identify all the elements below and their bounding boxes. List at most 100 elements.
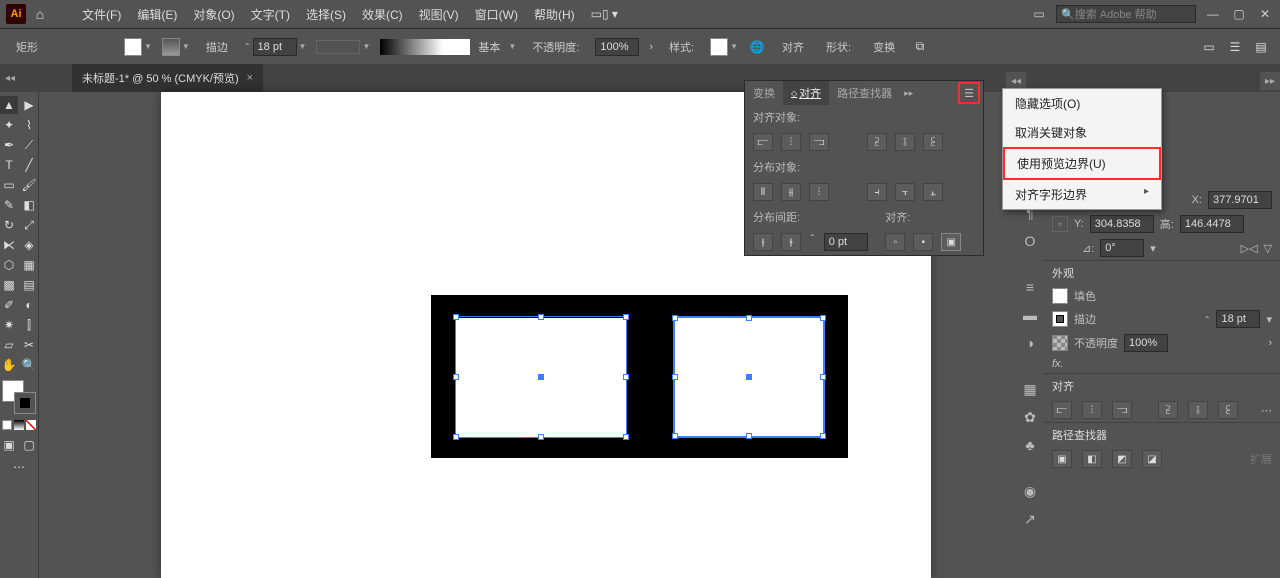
width-tool[interactable]: ⧔ bbox=[0, 236, 18, 254]
menu-help[interactable]: 帮助(H) bbox=[528, 6, 581, 23]
var-width[interactable]: ▼ bbox=[316, 40, 370, 54]
menu-cancel-key-obj[interactable]: 取消关键对象 bbox=[1003, 118, 1161, 147]
perspective-tool[interactable]: ▦ bbox=[20, 256, 38, 274]
selection-tool[interactable]: ▲ bbox=[0, 96, 18, 114]
stroke-swatch-panel[interactable] bbox=[1052, 311, 1068, 327]
type-tool[interactable]: T bbox=[0, 156, 18, 174]
panel-expand-right[interactable]: ▸▸ bbox=[1260, 72, 1280, 90]
pen-tool[interactable]: ✒ bbox=[0, 136, 18, 154]
dist-right[interactable]: ⫠ bbox=[923, 183, 943, 201]
symbols-panel-icon[interactable]: ♣ bbox=[1025, 436, 1034, 454]
transparency-panel-icon[interactable]: ◑ bbox=[1026, 334, 1034, 352]
screen-mode[interactable]: ▣ bbox=[0, 436, 18, 454]
align-bot[interactable]: ⫕ bbox=[923, 133, 943, 151]
menu-type[interactable]: 文字(T) bbox=[245, 6, 296, 23]
ref-point-icon[interactable]: ▫ bbox=[1052, 216, 1068, 232]
direct-select-tool[interactable]: ▶ bbox=[20, 96, 38, 114]
window-maximize[interactable]: ▢ bbox=[1230, 7, 1248, 21]
rotate-tool[interactable]: ↻ bbox=[0, 216, 18, 234]
menu-object[interactable]: 对象(O) bbox=[187, 6, 240, 23]
menu-use-preview-bounds[interactable]: 使用预览边界(U) bbox=[1003, 147, 1161, 180]
more-1[interactable]: › bbox=[649, 41, 653, 53]
x-field[interactable]: 377.9701 bbox=[1208, 191, 1272, 209]
window-minimize[interactable]: — bbox=[1204, 7, 1222, 21]
pf-minus[interactable]: ◧ bbox=[1082, 450, 1102, 468]
color-mode-swatches[interactable] bbox=[2, 420, 36, 430]
align-more-icon[interactable]: ⋯ bbox=[1261, 404, 1272, 417]
home-icon[interactable]: ⌂ bbox=[30, 4, 50, 24]
brush-tool[interactable]: 🖌 bbox=[20, 176, 38, 194]
selection-1[interactable] bbox=[455, 316, 627, 438]
dist-top[interactable]: ⫴ bbox=[753, 183, 773, 201]
opacity-val-panel[interactable]: 100% bbox=[1124, 334, 1168, 352]
edit-toolbar[interactable]: ⋯ bbox=[10, 458, 28, 476]
mesh-tool[interactable]: ▩ bbox=[0, 276, 18, 294]
doc-mode-icon[interactable]: ▭ bbox=[1030, 7, 1048, 21]
style-label[interactable]: 样式: bbox=[663, 39, 700, 55]
artboard-tool[interactable]: ▱ bbox=[0, 336, 18, 354]
expand-button[interactable]: 扩展 bbox=[1250, 451, 1272, 467]
ctrl-icon-3[interactable]: ▤ bbox=[1252, 38, 1270, 56]
panel-more-arrow[interactable]: ▸▸ bbox=[904, 88, 913, 99]
ctrl-icon-1[interactable]: ▭ bbox=[1200, 38, 1218, 56]
fx-link[interactable]: fx. bbox=[1052, 358, 1064, 370]
alignto-artboard[interactable]: ▣ bbox=[941, 233, 961, 251]
menu-align-glyph-bounds[interactable]: 对齐字形边界 bbox=[1003, 180, 1161, 209]
pf-unite[interactable]: ▣ bbox=[1052, 450, 1072, 468]
alignto-key[interactable]: ▪ bbox=[913, 233, 933, 251]
menu-edit[interactable]: 编辑(E) bbox=[131, 6, 183, 23]
dist-gap-v[interactable]: ⫲ bbox=[753, 233, 773, 251]
panel-flyout-menu-icon[interactable]: ☰ bbox=[958, 82, 980, 104]
fill-swatch-panel[interactable] bbox=[1052, 288, 1068, 304]
menu-view[interactable]: 视图(V) bbox=[413, 6, 465, 23]
selection-2[interactable] bbox=[673, 316, 825, 438]
menu-select[interactable]: 选择(S) bbox=[300, 6, 352, 23]
eyedropper-tool[interactable]: ✐ bbox=[0, 296, 18, 314]
document-tab[interactable]: 未标题-1* @ 50 % (CMYK/预览) × bbox=[72, 64, 263, 92]
transform-link[interactable]: 变换 bbox=[867, 39, 901, 55]
h-field[interactable]: 146.4478 bbox=[1180, 215, 1244, 233]
scale-tool[interactable]: ⤢ bbox=[20, 216, 38, 234]
shape-builder[interactable]: ⬡ bbox=[0, 256, 18, 274]
opacity-field[interactable]: 100% bbox=[595, 38, 639, 56]
y-field[interactable]: 304.8358 bbox=[1090, 215, 1154, 233]
dist-left[interactable]: ⫞ bbox=[867, 183, 887, 201]
stroke-swatch[interactable]: ▼ bbox=[162, 38, 190, 56]
gap-field[interactable]: 0 pt bbox=[824, 233, 868, 251]
menu-file[interactable]: 文件(F) bbox=[76, 6, 127, 23]
angle-field[interactable]: 0° bbox=[1100, 239, 1144, 257]
align-left-p[interactable]: ⫍ bbox=[1052, 401, 1072, 419]
alignto-sel[interactable]: ▫ bbox=[885, 233, 905, 251]
ctrl-icon-2[interactable]: ☰ bbox=[1226, 38, 1244, 56]
search-input[interactable]: 🔍 搜索 Adobe 帮助 bbox=[1056, 5, 1196, 23]
align-hcent[interactable]: ⫶ bbox=[781, 133, 801, 151]
align-link[interactable]: 对齐 bbox=[776, 39, 810, 55]
dist-vcent[interactable]: ⫵ bbox=[781, 183, 801, 201]
zoom-tool[interactable]: 🔍 bbox=[20, 356, 38, 374]
flip-v-icon[interactable]: ▽ bbox=[1264, 242, 1272, 255]
menu-window[interactable]: 窗口(W) bbox=[469, 6, 524, 23]
menu-hide-options[interactable]: 隐藏选项(O) bbox=[1003, 89, 1161, 118]
pf-intersect[interactable]: ◩ bbox=[1112, 450, 1132, 468]
style-swatch[interactable]: ▼ bbox=[710, 38, 738, 56]
menu-effect[interactable]: 效果(C) bbox=[356, 6, 409, 23]
flip-h-icon[interactable]: ▷◁ bbox=[1241, 242, 1258, 255]
stroke-weight[interactable]: ⌃18 pt▼ bbox=[244, 38, 307, 56]
gradient-panel-icon[interactable]: ▬ bbox=[1023, 306, 1037, 324]
appearance-panel-icon[interactable]: ▦ bbox=[1023, 380, 1036, 398]
rect-tool[interactable]: ▭ bbox=[0, 176, 18, 194]
fill-swatch[interactable]: ▼ bbox=[124, 38, 152, 56]
pf-exclude[interactable]: ◪ bbox=[1142, 450, 1162, 468]
screen-mode-2[interactable]: ▢ bbox=[20, 436, 38, 454]
align-bot-p[interactable]: ⫕ bbox=[1218, 401, 1238, 419]
layout-icon[interactable]: ▭▯ ▾ bbox=[585, 7, 624, 21]
dist-hcent[interactable]: ⫟ bbox=[895, 183, 915, 201]
dist-bot[interactable]: ⫶ bbox=[809, 183, 829, 201]
stroke-label[interactable]: 描边 bbox=[200, 39, 234, 55]
stroke-val-panel[interactable]: 18 pt bbox=[1216, 310, 1260, 328]
opacity-label-panel[interactable]: 不透明度 bbox=[1074, 335, 1118, 351]
align-hcent-p[interactable]: ⫶ bbox=[1082, 401, 1102, 419]
close-tab-icon[interactable]: × bbox=[247, 72, 253, 84]
hand-tool[interactable]: ✋ bbox=[0, 356, 18, 374]
align-vcent-p[interactable]: ⫱ bbox=[1188, 401, 1208, 419]
